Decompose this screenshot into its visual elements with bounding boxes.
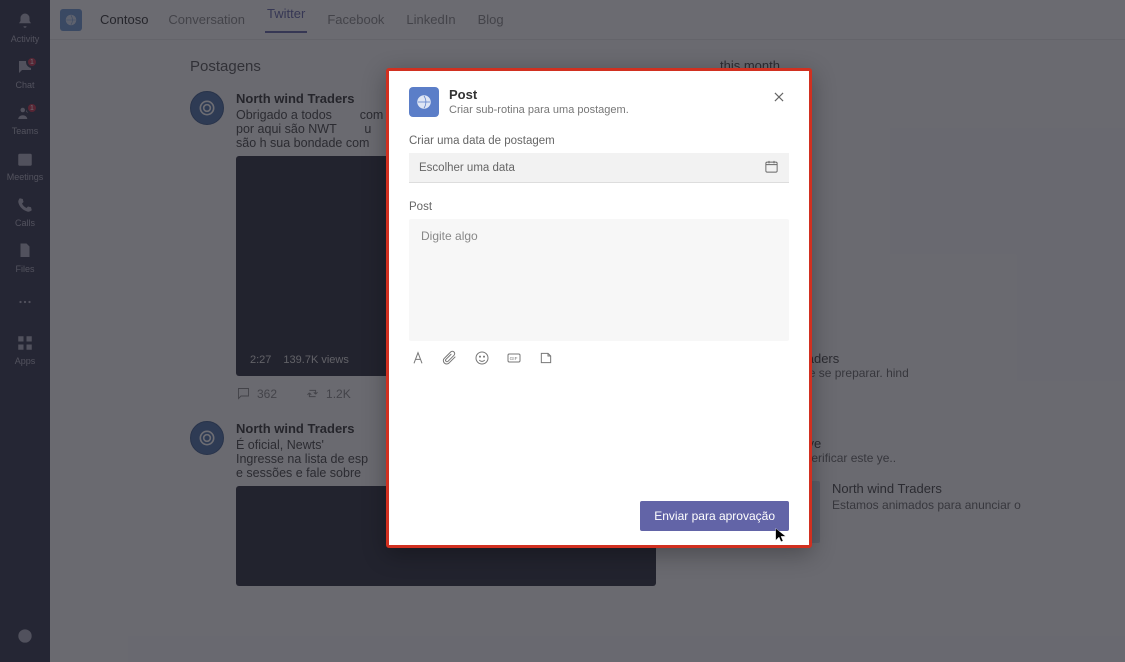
sticker-icon[interactable]	[537, 349, 555, 367]
modal-subtitle: Criar sub-rotina para uma postagem.	[449, 104, 629, 116]
format-icon[interactable]	[409, 349, 427, 367]
modal-app-icon	[409, 87, 439, 117]
close-button[interactable]	[769, 87, 789, 107]
emoji-icon[interactable]	[473, 349, 491, 367]
gif-icon[interactable]: GIF	[505, 349, 523, 367]
attach-icon[interactable]	[441, 349, 459, 367]
submit-button[interactable]: Enviar para aprovação	[640, 501, 789, 531]
post-textarea[interactable]: Digite algo	[409, 219, 789, 341]
textarea-placeholder: Digite algo	[421, 229, 478, 243]
cursor-icon	[773, 527, 791, 545]
post-field-label: Post	[409, 201, 789, 213]
modal-title: Post	[449, 87, 629, 102]
compose-toolbar: GIF	[409, 349, 789, 367]
post-modal: Post Criar sub-rotina para uma postagem.…	[386, 68, 812, 548]
calendar-icon	[764, 159, 779, 177]
date-picker[interactable]: Escolher uma data	[409, 153, 789, 183]
date-field-label: Criar uma data de postagem	[409, 135, 789, 147]
date-placeholder: Escolher uma data	[419, 162, 515, 174]
svg-text:GIF: GIF	[510, 356, 518, 361]
